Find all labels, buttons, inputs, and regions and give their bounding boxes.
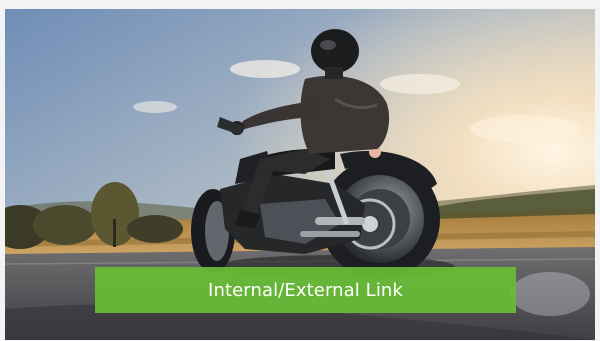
image-link-card[interactable]: Internal/External Link [5,9,595,340]
link-button-label: Internal/External Link [208,279,403,301]
internal-external-link-button[interactable]: Internal/External Link [95,267,516,313]
